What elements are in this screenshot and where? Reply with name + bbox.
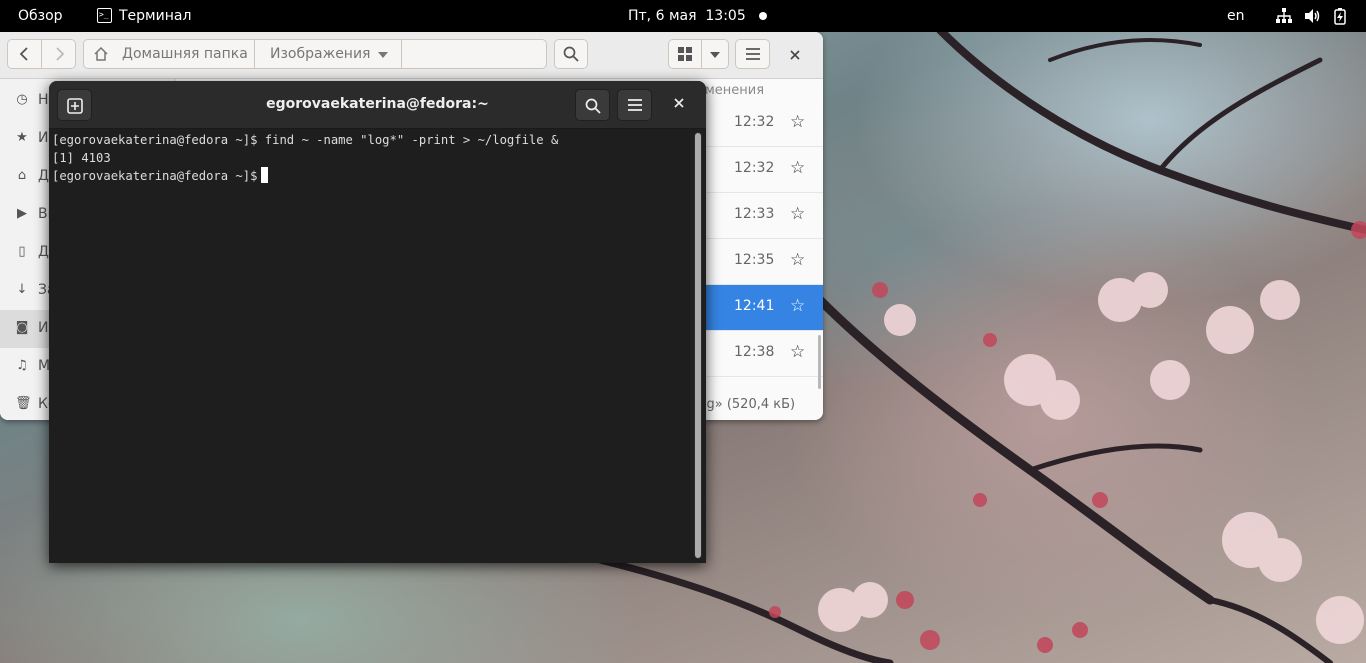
- star-icon[interactable]: ☆: [790, 112, 805, 132]
- hamburger-icon: [628, 99, 642, 111]
- app-menu-button[interactable]: Терминал: [97, 0, 191, 32]
- table-row[interactable]: 12:35 ☆: [705, 239, 823, 285]
- volume-icon[interactable]: [1303, 7, 1321, 25]
- files-search-button[interactable]: [554, 39, 588, 69]
- document-icon: ▯: [18, 244, 26, 259]
- top-bar: Обзор Терминал Пт, 6 мая 13:05 en: [0, 0, 1366, 32]
- files-menu-button[interactable]: [735, 39, 770, 69]
- view-options-button[interactable]: [701, 39, 729, 69]
- star-icon[interactable]: ☆: [790, 250, 805, 270]
- terminal-scrollbar-thumb[interactable]: [695, 133, 701, 558]
- modified-time: 12:32: [734, 114, 775, 130]
- clock[interactable]: Пт, 6 мая 13:05: [628, 0, 746, 32]
- files-close-button[interactable]: [790, 46, 800, 64]
- terminal-search-button[interactable]: [575, 89, 610, 121]
- star-icon[interactable]: ☆: [790, 342, 805, 362]
- back-button[interactable]: [7, 39, 42, 69]
- path-current-button[interactable]: Изображения: [254, 40, 402, 68]
- files-scrollbar[interactable]: [818, 335, 821, 389]
- chevron-down-icon: [710, 52, 720, 58]
- home-icon: ⌂: [17, 168, 27, 183]
- close-icon: [674, 98, 684, 108]
- path-current-label: Изображения: [270, 46, 371, 62]
- table-row[interactable]: 12:32 ☆: [705, 101, 823, 147]
- view-mode-button[interactable]: [668, 39, 702, 69]
- network-icon[interactable]: [1275, 7, 1293, 25]
- chevron-left-icon: [19, 47, 28, 61]
- home-icon: [94, 47, 108, 61]
- notification-dot-icon: [759, 12, 767, 20]
- table-row[interactable]: 12:33 ☆: [705, 193, 823, 239]
- search-icon: [563, 46, 579, 62]
- sidebar-item-label: И: [38, 130, 49, 146]
- modified-time: 12:35: [734, 252, 775, 268]
- modified-time: 12:41: [734, 298, 775, 314]
- path-bar: Домашняя папка Изображения: [83, 39, 547, 69]
- keyboard-layout-indicator[interactable]: en: [1227, 0, 1245, 32]
- terminal-line: [1] 4103: [52, 151, 111, 165]
- star-icon[interactable]: ☆: [790, 296, 805, 316]
- table-row[interactable]: 12:32 ☆: [705, 147, 823, 193]
- sidebar-item-label: Д: [38, 244, 49, 260]
- chevron-right-icon: [55, 47, 64, 61]
- close-icon: [790, 50, 800, 60]
- terminal-prompt: [egorovaekaterina@fedora ~]$: [52, 169, 258, 183]
- star-icon: ★: [16, 130, 28, 145]
- star-icon[interactable]: ☆: [790, 204, 805, 224]
- terminal-icon: [97, 0, 112, 31]
- modified-time: 12:32: [734, 160, 775, 176]
- grid-icon: [678, 47, 692, 61]
- column-header-modified[interactable]: менения: [705, 83, 764, 98]
- search-icon: [585, 98, 601, 114]
- table-row[interactable]: 12:38 ☆: [705, 331, 823, 377]
- path-home-label: Домашняя папка: [122, 46, 248, 62]
- path-home-button[interactable]: Домашняя папка: [84, 40, 255, 68]
- text-cursor: [261, 167, 269, 183]
- download-icon: ↓: [16, 282, 28, 297]
- recent-icon: ◷: [16, 92, 28, 107]
- terminal-headerbar: egorovaekaterina@fedora:~: [49, 81, 706, 129]
- terminal-menu-button[interactable]: [617, 89, 652, 121]
- terminal-prompt-line: [egorovaekaterina@fedora ~]$: [52, 167, 269, 185]
- app-menu-label: Терминал: [119, 8, 192, 24]
- terminal-close-button[interactable]: [674, 94, 684, 112]
- sidebar-item-label: Д: [38, 168, 49, 184]
- video-icon: ▶: [17, 206, 27, 221]
- terminal-output[interactable]: [egorovaekaterina@fedora ~]$ find ~ -nam…: [52, 131, 692, 561]
- chevron-down-icon: [378, 52, 388, 58]
- hamburger-icon: [745, 48, 760, 60]
- trash-icon: 🗑: [15, 396, 32, 411]
- sidebar-item-label: Н: [38, 92, 49, 108]
- sidebar-item-label: И: [38, 320, 49, 336]
- modified-time: 12:38: [734, 344, 775, 360]
- battery-icon[interactable]: [1331, 7, 1349, 25]
- modified-time: 12:33: [734, 206, 775, 222]
- files-headerbar: Домашняя папка Изображения: [0, 32, 823, 79]
- terminal-line: [egorovaekaterina@fedora ~]$ find ~ -nam…: [52, 133, 559, 147]
- table-row-selected[interactable]: 12:41 ☆: [705, 285, 823, 331]
- music-icon: ♫: [16, 358, 28, 373]
- activities-button[interactable]: Обзор: [18, 0, 63, 32]
- forward-button[interactable]: [41, 39, 76, 69]
- camera-icon: ◙: [15, 320, 29, 335]
- terminal-window: egorovaekaterina@fedora:~ [egorovaekater…: [49, 81, 706, 563]
- star-icon[interactable]: ☆: [790, 158, 805, 178]
